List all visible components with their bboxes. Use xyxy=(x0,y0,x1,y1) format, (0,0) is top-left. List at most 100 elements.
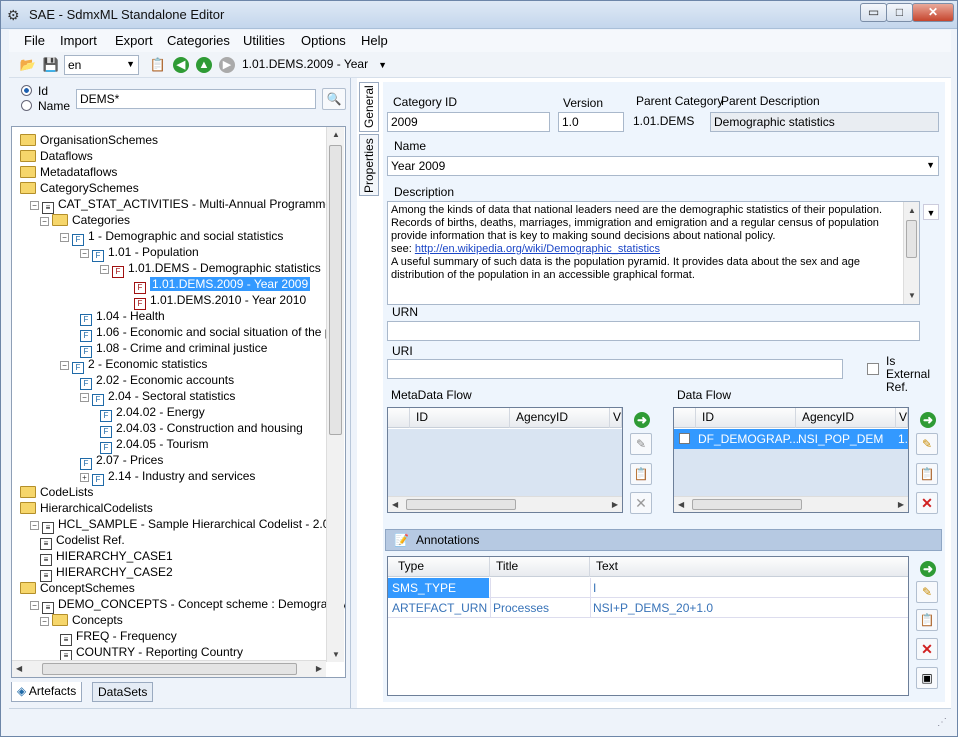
language-select[interactable]: en ▼ xyxy=(64,55,139,75)
tab-properties[interactable]: Properties xyxy=(359,134,379,196)
tree-node[interactable]: − Categories xyxy=(40,212,130,228)
menu-help[interactable]: Help xyxy=(361,33,388,48)
metadata-flow-hscroll[interactable]: ◀ ▶ xyxy=(388,496,622,512)
clipboard-icon[interactable]: 📋 xyxy=(149,56,167,74)
tree-node[interactable]: F 2.04.02 - Energy xyxy=(100,404,205,422)
history-select[interactable]: 1.01.DEMS.2009 - Year ▼ xyxy=(242,57,387,75)
tree-vertical-scrollbar[interactable]: ▲ ▼ xyxy=(326,127,344,662)
scroll-down-icon[interactable]: ▼ xyxy=(332,650,340,659)
maximize-button[interactable]: □ xyxy=(886,3,913,22)
back-icon[interactable]: ◀ xyxy=(173,57,189,73)
tree-node[interactable]: − ≡ DEMO_CONCEPTS - Concept scheme : Demog… xyxy=(30,596,345,614)
tree-horizontal-scrollbar[interactable]: ◀ ▶ xyxy=(12,660,326,677)
collapse-icon[interactable]: − xyxy=(30,601,39,610)
tree-node[interactable]: F 1.06 - Economic and social situation of… xyxy=(80,324,338,342)
collapse-icon[interactable]: − xyxy=(100,265,109,274)
urn-field[interactable] xyxy=(387,321,920,341)
tab-datasets[interactable]: DataSets xyxy=(92,682,154,702)
column-text[interactable]: Text xyxy=(590,557,908,577)
tree-node[interactable]: + F 2.14 - Industry and services xyxy=(80,468,255,486)
menu-export[interactable]: Export xyxy=(115,33,153,48)
paste-data-flow-button[interactable]: 📋 xyxy=(916,463,938,485)
tree-node[interactable]: − ≡ HCL_SAMPLE - Sample Hierarchical Codel… xyxy=(30,516,329,534)
version-field[interactable]: 1.0 xyxy=(558,112,624,132)
collapse-icon[interactable]: − xyxy=(30,521,39,530)
description-textarea[interactable]: Among the kinds of data that national le… xyxy=(387,201,920,305)
collapse-icon[interactable]: − xyxy=(40,617,49,626)
expand-icon[interactable]: + xyxy=(80,473,89,482)
scroll-left-icon[interactable]: ◀ xyxy=(16,664,22,673)
data-flow-hscroll[interactable]: ◀ ▶ xyxy=(674,496,908,512)
delete-metadata-flow-button[interactable]: ✕ xyxy=(630,492,652,514)
tree-node[interactable]: − F 1.01 - Population xyxy=(80,244,199,262)
search-input[interactable]: DEMS* xyxy=(76,89,316,109)
tree-node[interactable]: F 1.08 - Crime and criminal justice xyxy=(80,340,267,358)
tree-node[interactable]: F 2.07 - Prices xyxy=(80,452,163,470)
column-agency[interactable]: AgencyID xyxy=(510,408,610,428)
row-checkbox[interactable] xyxy=(679,433,690,444)
scroll-thumb[interactable] xyxy=(692,499,802,510)
tree-node[interactable]: F 1.04 - Health xyxy=(80,308,165,326)
edit-metadata-flow-button[interactable]: ✎ xyxy=(630,433,652,455)
scroll-right-icon[interactable]: ▶ xyxy=(612,500,618,509)
tree-node[interactable]: F 1.01.DEMS.2009 - Year 2009 xyxy=(134,276,311,294)
scroll-up-icon[interactable]: ▲ xyxy=(908,204,916,217)
collapse-icon[interactable]: − xyxy=(60,233,69,242)
scroll-up-icon[interactable]: ▲ xyxy=(332,130,340,139)
table-row[interactable]: SMS_TYPE I xyxy=(388,578,908,598)
tree-node[interactable]: − F 1.01.DEMS - Demographic statistics xyxy=(100,260,321,278)
menu-utilities[interactable]: Utilities xyxy=(243,33,285,48)
add-metadata-flow-button[interactable]: ➜ xyxy=(633,410,651,428)
tree-node[interactable]: ConceptSchemes xyxy=(20,580,135,596)
menu-options[interactable]: Options xyxy=(301,33,346,48)
column-version[interactable]: V xyxy=(610,408,622,428)
column-version[interactable]: V xyxy=(896,408,908,428)
tree-node[interactable]: Dataflows xyxy=(20,148,93,164)
tab-general[interactable]: General xyxy=(359,82,379,132)
scroll-right-icon[interactable]: ▶ xyxy=(316,664,322,673)
scroll-thumb[interactable] xyxy=(329,145,342,435)
scroll-left-icon[interactable]: ◀ xyxy=(392,500,398,509)
paste-annotation-button[interactable]: 📋 xyxy=(916,609,938,631)
collapse-icon[interactable]: − xyxy=(80,249,89,258)
scroll-down-icon[interactable]: ▼ xyxy=(908,289,916,302)
save-icon[interactable]: 💾 xyxy=(42,56,60,74)
description-link[interactable]: http://en.wikipedia.org/wiki/Demographic… xyxy=(415,243,660,255)
tree-node[interactable]: OrganisationSchemes xyxy=(20,132,158,148)
column-id[interactable]: ID xyxy=(696,408,796,428)
tree-node[interactable]: ≡ HIERARCHY_CASE1 xyxy=(40,548,173,566)
column-title[interactable]: Title xyxy=(490,557,590,577)
delete-annotation-button[interactable]: ✕ xyxy=(916,638,938,660)
tree-node[interactable]: F 2.04.05 - Tourism xyxy=(100,436,209,454)
tree-node[interactable]: ≡ FREQ - Frequency xyxy=(60,628,177,646)
tree-node[interactable]: F 1.01.DEMS.2010 - Year 2010 xyxy=(134,292,306,310)
category-id-field[interactable]: 2009 xyxy=(387,112,550,132)
annotation-details-button[interactable]: ▣ xyxy=(916,667,938,689)
add-data-flow-button[interactable]: ➜ xyxy=(919,410,937,428)
tree-node[interactable]: ≡ HIERARCHY_CASE2 xyxy=(40,564,173,582)
tree-node[interactable]: F 2.02 - Economic accounts xyxy=(80,372,234,390)
menu-import[interactable]: Import xyxy=(60,33,97,48)
add-annotation-button[interactable]: ➜ xyxy=(919,559,937,577)
edit-data-flow-button[interactable]: ✎ xyxy=(916,433,938,455)
menu-categories[interactable]: Categories xyxy=(167,33,230,48)
scroll-right-icon[interactable]: ▶ xyxy=(898,500,904,509)
scroll-left-icon[interactable]: ◀ xyxy=(678,500,684,509)
close-button[interactable]: ✕ xyxy=(912,3,954,22)
tree-node[interactable]: HierarchicalCodelists xyxy=(20,500,153,516)
delete-data-flow-button[interactable]: ✕ xyxy=(916,492,938,514)
tab-artefacts[interactable]: ◈ Artefacts xyxy=(11,682,83,702)
column-type[interactable]: Type xyxy=(388,557,490,577)
tree-node[interactable]: F 2.04.03 - Construction and housing xyxy=(100,420,303,438)
name-select[interactable]: Year 2009 ▼ xyxy=(387,156,939,176)
tree-node[interactable]: − F 2 - Economic statistics xyxy=(60,356,207,374)
tree-node[interactable]: − F 1 - Demographic and social statistics xyxy=(60,228,283,246)
collapse-icon[interactable]: − xyxy=(30,201,39,210)
paste-metadata-flow-button[interactable]: 📋 xyxy=(630,463,652,485)
metadata-flow-grid[interactable]: ID AgencyID V ◀ ▶ xyxy=(387,407,623,513)
tree-node[interactable]: ≡ Codelist Ref. xyxy=(40,532,125,550)
data-flow-grid[interactable]: ID AgencyID V DF_DEMOGRAP... NSI_POP_DEM… xyxy=(673,407,909,513)
tree-node[interactable]: − F 2.04 - Sectoral statistics xyxy=(80,388,235,406)
tree-node[interactable]: Metadataflows xyxy=(20,164,117,180)
scroll-thumb[interactable] xyxy=(906,220,917,258)
